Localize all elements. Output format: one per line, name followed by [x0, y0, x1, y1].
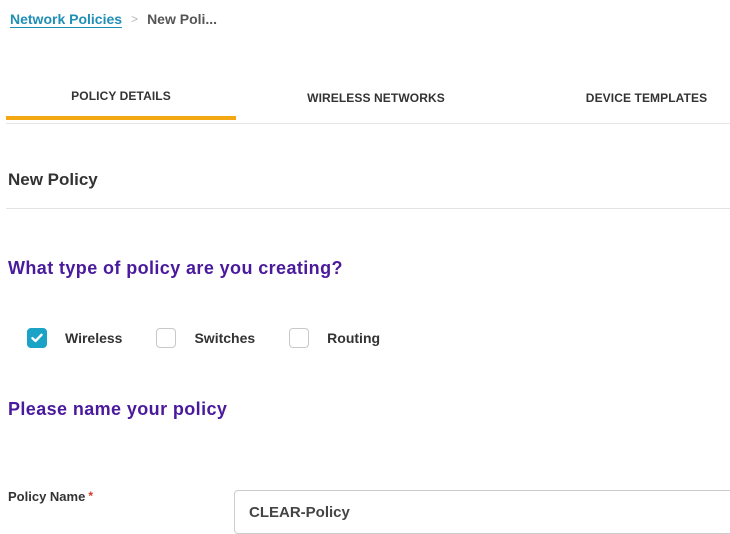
wireless-label: Wireless [65, 330, 123, 346]
policy-name-label-text: Policy Name [8, 489, 86, 504]
policy-type-options: Wireless Switches Routing [27, 328, 414, 348]
checkbox-empty-icon[interactable] [156, 328, 177, 348]
checkmark-icon [31, 333, 43, 343]
breadcrumb-separator-icon: > [131, 12, 139, 26]
tab-wireless-networks[interactable]: WIRELESS NETWORKS [276, 76, 476, 120]
breadcrumb: Network Policies > New Poli... [10, 11, 217, 27]
breadcrumb-network-policies-link[interactable]: Network Policies [10, 11, 122, 27]
policy-name-question: Please name your policy [8, 399, 228, 419]
tab-device-templates[interactable]: DEVICE TEMPLATES [554, 76, 730, 120]
switches-label: Switches [194, 330, 256, 346]
policy-type-question: What type of policy are you creating? [8, 258, 343, 278]
checkbox-empty-icon[interactable] [289, 328, 310, 348]
tab-bar: POLICY DETAILS WIRELESS NETWORKS DEVICE … [6, 76, 730, 124]
routing-label: Routing [327, 330, 381, 346]
checkbox-checked-icon[interactable] [27, 328, 47, 348]
wireless-checkbox[interactable]: Wireless [27, 328, 122, 348]
routing-checkbox[interactable]: Routing [289, 328, 380, 348]
switches-checkbox[interactable]: Switches [156, 328, 255, 348]
required-marker: * [88, 489, 93, 503]
policy-name-input[interactable] [234, 490, 730, 534]
policy-name-label: Policy Name * [8, 489, 93, 504]
section-divider [6, 208, 730, 209]
tab-policy-details[interactable]: POLICY DETAILS [6, 76, 236, 120]
section-title: New Policy [8, 170, 98, 189]
breadcrumb-current: New Poli... [147, 11, 218, 27]
